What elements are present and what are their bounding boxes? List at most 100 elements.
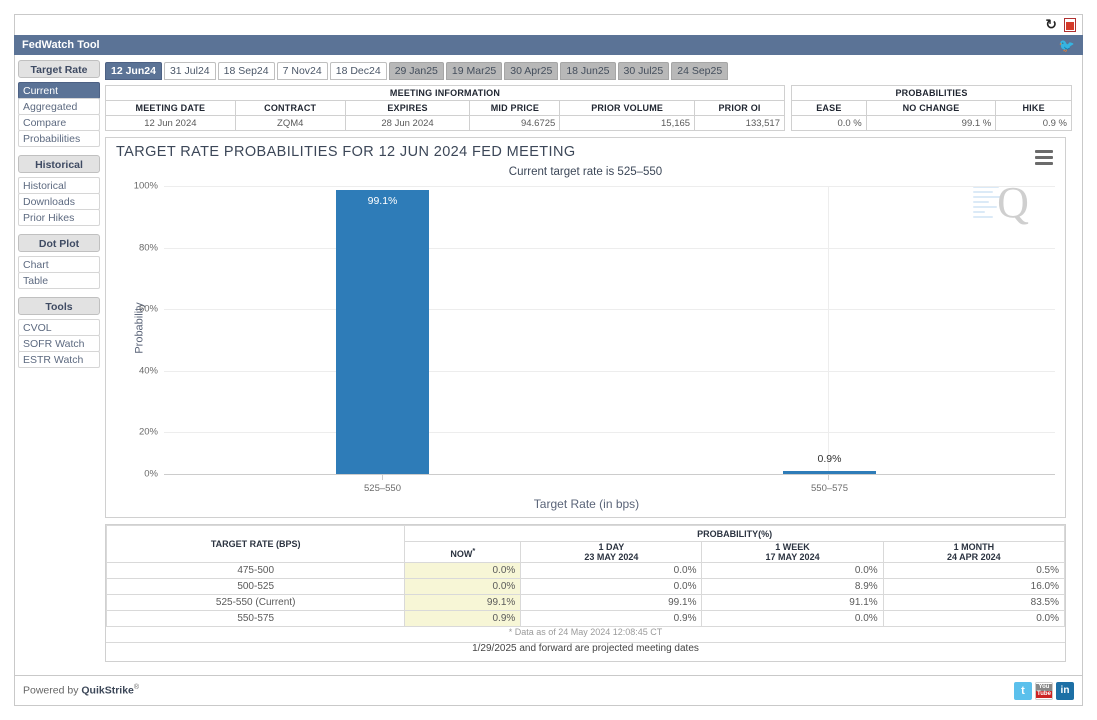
header-1-week-line2: 17 MAY 2024	[765, 552, 820, 562]
cell-1-month: 83.5%	[882, 594, 1066, 611]
tab-29-jan25[interactable]: 29 Jan25	[388, 62, 444, 80]
page-footer: Powered by QuikStrike® t You Tube in	[14, 675, 1083, 706]
xtick-mark-2	[828, 474, 829, 480]
bar-550-575[interactable]	[783, 471, 876, 474]
data-as-of-footnote: * Data as of 24 May 2024 12:08:45 CT	[508, 627, 663, 637]
table-row: 525-550 (Current) 99.1% 99.1% 91.1% 83.5…	[105, 594, 1066, 611]
powered-by: Powered by QuikStrike®	[23, 684, 139, 697]
tab-18-jun25[interactable]: 18 Jun25	[560, 62, 616, 80]
pdf-export-icon[interactable]	[1064, 18, 1076, 32]
col-prior-volume: PRIOR VOLUME	[559, 100, 696, 116]
sidebar-item-cvol[interactable]: CVOL	[18, 319, 100, 336]
sidebar-item-estr-watch[interactable]: ESTR Watch	[18, 351, 100, 368]
cell-1-week: 91.1%	[701, 594, 884, 611]
col-ease: EASE	[791, 100, 867, 116]
tab-7-nov24[interactable]: 7 Nov24	[276, 62, 328, 80]
youtube-icon[interactable]: You Tube	[1035, 681, 1053, 700]
tab-30-apr25[interactable]: 30 Apr25	[504, 62, 559, 80]
cell-now: 99.1%	[404, 594, 522, 611]
cell-expires: 28 Jun 2024	[344, 115, 471, 131]
tab-18-dec24[interactable]: 18 Dec24	[329, 62, 387, 80]
tab-30-jul25[interactable]: 30 Jul25	[617, 62, 670, 80]
meeting-information-header: MEETING INFORMATION	[105, 85, 785, 101]
sidebar-group-tools: Tools	[18, 297, 100, 315]
table-row: 475-500 0.0% 0.0% 0.0% 0.5%	[105, 562, 1066, 579]
sidebar-item-probabilities[interactable]: Probabilities	[18, 130, 100, 147]
page-title: FedWatch Tool	[22, 39, 100, 51]
meeting-information-table: MEETING INFORMATION MEETING DATE CONTRAC…	[105, 85, 785, 131]
header-1-day-line1: 1 DAY	[598, 542, 625, 552]
cell-1-week: 0.0%	[701, 562, 884, 579]
header-now-label: NOW	[450, 548, 473, 559]
col-expires: EXPIRES	[344, 100, 471, 116]
cell-mid-price: 94.6725	[469, 115, 561, 131]
grid	[164, 138, 1055, 519]
table-row: 550-575 0.9% 0.9% 0.0% 0.0%	[105, 610, 1066, 627]
probabilities-columns: EASE NO CHANGE HIKE	[791, 100, 1072, 116]
header-1-week-line1: 1 WEEK	[775, 542, 810, 552]
sidebar-item-chart[interactable]: Chart	[18, 256, 100, 273]
header-probability-group: PROBABILITY(%)	[404, 525, 1065, 542]
col-prior-oi: PRIOR OI	[694, 100, 785, 116]
linkedin-icon[interactable]: in	[1056, 681, 1074, 700]
sidebar-item-prior-hikes[interactable]: Prior Hikes	[18, 209, 100, 226]
tab-24-sep25[interactable]: 24 Sep25	[671, 62, 729, 80]
tab-12-jun24[interactable]: 12 Jun24	[105, 62, 162, 80]
cell-1-day: 0.0%	[520, 578, 703, 595]
ytick-60: 60%	[138, 303, 158, 315]
sidebar-group-historical: Historical	[18, 155, 100, 173]
title-bar: FedWatch Tool 🐦	[14, 35, 1083, 55]
gridline-80	[164, 248, 1055, 249]
ytick-40: 40%	[138, 365, 158, 377]
tab-19-mar25[interactable]: 19 Mar25	[445, 62, 503, 80]
tab-18-sep24[interactable]: 18 Sep24	[217, 62, 275, 80]
refresh-icon[interactable]: ↻	[1045, 18, 1057, 32]
bar-label-550-575: 0.9%	[817, 453, 842, 465]
meeting-date-tabs: 12 Jun24 31 Jul24 18 Sep24 7 Nov24 18 De…	[105, 61, 1076, 80]
sidebar-item-aggregated[interactable]: Aggregated	[18, 98, 100, 115]
gridline-100	[164, 186, 1055, 187]
ytick-80: 80%	[138, 242, 158, 254]
probabilities-header: PROBABILITIES	[791, 85, 1072, 101]
twitter-icon[interactable]: 🐦	[1059, 39, 1075, 52]
header-now: NOW*	[404, 541, 522, 563]
sidebar-item-historical[interactable]: Historical	[18, 177, 100, 194]
sidebar-item-downloads[interactable]: Downloads	[18, 193, 100, 210]
sidebar-group-target-rate: Target Rate	[18, 60, 100, 78]
sidebar-item-current[interactable]: Current	[18, 82, 100, 99]
content-area: 12 Jun24 31 Jul24 18 Sep24 7 Nov24 18 De…	[105, 55, 1084, 662]
cell-prior-volume: 15,165	[559, 115, 696, 131]
col-hike: HIKE	[995, 100, 1072, 116]
cell-no-change: 99.1 %	[865, 115, 997, 131]
category-divider	[828, 186, 829, 474]
cell-prior-oi: 133,517	[694, 115, 785, 131]
sidebar-item-table[interactable]: Table	[18, 272, 100, 289]
sidebar-item-compare[interactable]: Compare	[18, 114, 100, 131]
fedwatch-page: ↻ FedWatch Tool 🐦 Target Rate Current Ag…	[0, 0, 1097, 720]
summary-tables: MEETING INFORMATION MEETING DATE CONTRAC…	[105, 85, 1076, 131]
x-axis-line	[164, 474, 1055, 475]
bar-525-550[interactable]	[336, 190, 429, 474]
cell-meeting-date: 12 Jun 2024	[105, 115, 236, 131]
gridline-20	[164, 432, 1055, 433]
cell-now: 0.0%	[404, 578, 522, 595]
xtick-label-525-550: 525–550	[364, 483, 401, 494]
cell-1-week: 8.9%	[701, 578, 884, 595]
probability-chart: TARGET RATE PROBABILITIES FOR 12 JUN 202…	[105, 137, 1066, 518]
col-mid-price: MID PRICE	[469, 100, 561, 116]
header-1-month: 1 MONTH 24 APR 2024	[882, 541, 1066, 563]
ytick-100: 100%	[133, 180, 158, 192]
ytick-0: 0%	[144, 468, 158, 480]
header-1-month-line2: 24 APR 2024	[946, 552, 1001, 562]
ytick-20: 20%	[138, 426, 158, 438]
twitter-icon[interactable]: t	[1014, 681, 1032, 700]
cell-contract: ZQM4	[234, 115, 346, 131]
cell-1-day: 99.1%	[520, 594, 703, 611]
tab-31-jul24[interactable]: 31 Jul24	[163, 62, 216, 80]
youtube-bottom-text: Tube	[1036, 690, 1052, 698]
sidebar-item-sofr-watch[interactable]: SOFR Watch	[18, 335, 100, 352]
body-panel: Target Rate Current Aggregated Compare P…	[14, 55, 1083, 675]
cell-1-month: 16.0%	[882, 578, 1066, 595]
